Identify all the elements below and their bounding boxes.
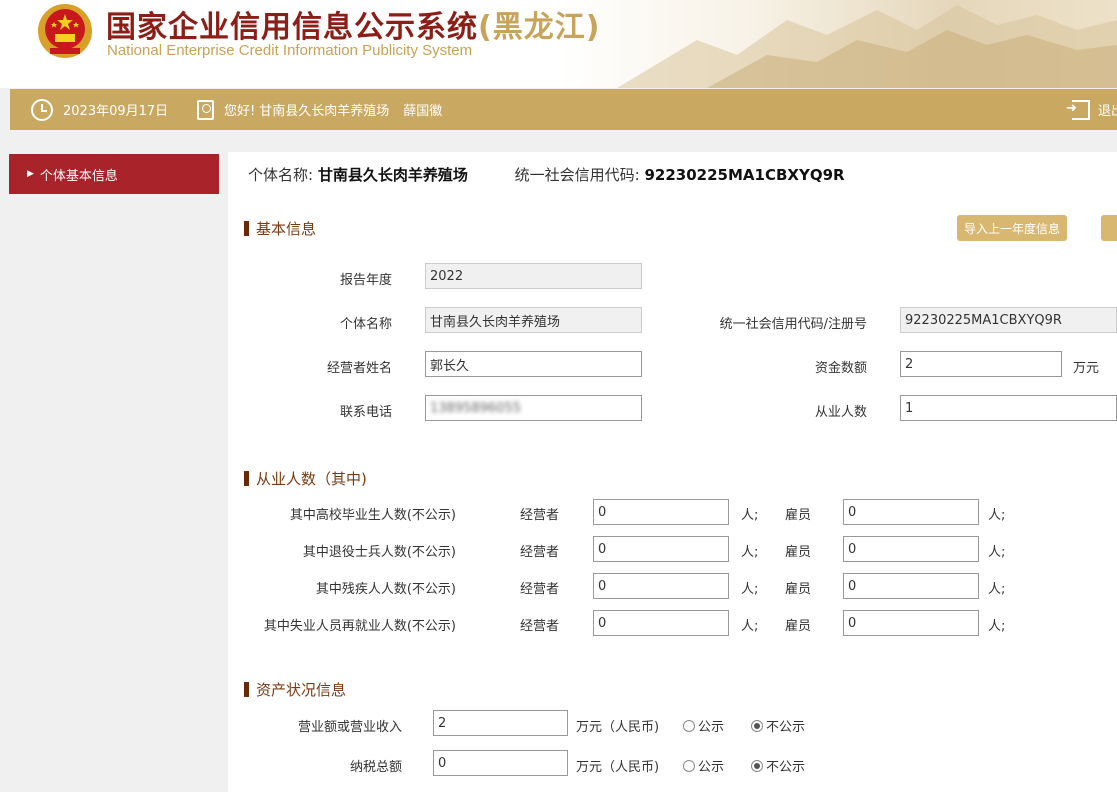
asset-row-label: 营业额或营业收入 <box>297 720 402 735</box>
staff-operator-label: 经营者 <box>520 545 560 560</box>
main-panel: 个体名称: 甘南县久长肉羊养殖场 统一社会信用代码: 92230225MA1CB… <box>228 152 1117 792</box>
staff-row-label: 其中失业人员再就业人数(不公示) <box>263 619 456 634</box>
radio-private[interactable]: 不公示 <box>751 716 805 735</box>
secondary-action-button[interactable] <box>1101 215 1117 241</box>
radio-public[interactable]: 公示 <box>683 716 724 735</box>
site-title-cn: 国家企业信用信息公示系统 <box>106 10 478 45</box>
radio-off-icon <box>683 759 695 772</box>
staff-operator-input[interactable]: 0 <box>593 536 729 562</box>
staff-operator-input[interactable]: 0 <box>593 499 729 525</box>
staff-unit: 人; <box>988 508 1006 523</box>
staff-operator-input[interactable]: 0 <box>593 573 729 599</box>
staff-operator-label: 经营者 <box>520 619 560 634</box>
asset-value-input[interactable]: 2 <box>433 710 568 736</box>
staff-employee-label: 雇员 <box>785 545 812 560</box>
staff-unit: 人; <box>988 582 1006 597</box>
staff-unit: 人; <box>741 545 759 560</box>
staff-employee-label: 雇员 <box>785 619 812 634</box>
user-name-text: 薛国徽 <box>403 104 443 119</box>
staff-employee-input[interactable]: 0 <box>843 573 979 599</box>
date-text: 2023年09月17日 <box>63 104 169 119</box>
credit-code: 92230225MA1CBXYQ9R <box>644 166 845 184</box>
staff-employee-label: 雇员 <box>785 582 812 597</box>
radio-off-icon <box>683 719 695 732</box>
header-mountain-background <box>557 0 1117 88</box>
staff-row-label: 其中高校毕业生人数(不公示) <box>289 508 456 523</box>
greeting-text: 您好! <box>224 104 256 119</box>
year-field[interactable]: 2022 <box>425 263 642 289</box>
triangle-right-icon: ▶ <box>27 169 34 179</box>
logout-button[interactable]: 退出 <box>1066 89 1117 130</box>
staff-row-label: 其中退役士兵人数(不公示) <box>302 545 456 560</box>
staff-unit: 人; <box>741 582 759 597</box>
import-last-year-button[interactable]: 导入上一年度信息 <box>957 215 1067 241</box>
user-greeting: 您好! 甘南县久长肉羊养殖场 薛国徽 <box>197 89 442 130</box>
staff-operator-label: 经营者 <box>520 582 560 597</box>
radio-label: 不公示 <box>766 720 806 735</box>
employees-label: 从业人数 <box>814 405 867 420</box>
section-assets: 资产状况信息 <box>244 679 346 700</box>
logout-icon <box>1066 99 1090 120</box>
asset-unit: 万元（人民币) <box>576 720 660 735</box>
code-field[interactable]: 92230225MA1CBXYQ9R <box>900 307 1117 333</box>
company-text: 甘南县久长肉羊养殖场 <box>259 104 390 119</box>
capital-unit: 万元 <box>1073 361 1100 376</box>
staff-employee-input[interactable]: 0 <box>843 610 979 636</box>
staff-row-label: 其中残疾人人数(不公示) <box>315 582 456 597</box>
radio-on-icon <box>751 759 763 772</box>
sidebar-item-basic-info[interactable]: ▶ 个体基本信息 <box>9 154 219 194</box>
staff-employee-label: 雇员 <box>785 508 812 523</box>
phone-value-blurred: 13895896055 <box>430 400 521 416</box>
staff-employee-input[interactable]: 0 <box>843 499 979 525</box>
entity-name: 甘南县久长肉羊养殖场 <box>317 166 468 184</box>
sidebar-item-label: 个体基本信息 <box>39 168 118 184</box>
staff-unit: 人; <box>741 619 759 634</box>
radio-on-icon <box>751 719 763 732</box>
entity-header: 个体名称: 甘南县久长肉羊养殖场 统一社会信用代码: 92230225MA1CB… <box>248 164 845 185</box>
radio-label: 公示 <box>698 720 725 735</box>
clock-icon <box>31 98 53 121</box>
asset-unit: 万元（人民币) <box>576 760 660 775</box>
staff-operator-input[interactable]: 0 <box>593 610 729 636</box>
radio-label: 不公示 <box>766 760 806 775</box>
site-title-province: (黑龙江) <box>478 10 601 45</box>
staff-unit: 人; <box>741 508 759 523</box>
section-staff: 从业人数（其中) <box>244 468 367 489</box>
site-title-en: National Enterprise Credit Information P… <box>107 42 473 59</box>
national-emblem-icon <box>36 2 94 60</box>
date-display: 2023年09月17日 <box>31 89 168 130</box>
staff-unit: 人; <box>988 619 1006 634</box>
phone-label: 联系电话 <box>339 405 392 420</box>
radio-public[interactable]: 公示 <box>683 756 724 775</box>
radio-label: 公示 <box>698 760 725 775</box>
user-card-icon <box>197 99 214 120</box>
phone-input[interactable]: 13895896055 <box>425 395 642 421</box>
operator-name-input[interactable]: 郭长久 <box>425 351 642 377</box>
logout-label: 退出 <box>1098 104 1117 119</box>
radio-private[interactable]: 不公示 <box>751 756 805 775</box>
asset-row-label: 纳税总额 <box>349 760 402 775</box>
site-header: 国家企业信用信息公示系统(黑龙江) National Enterprise Cr… <box>0 0 1117 88</box>
capital-input[interactable]: 2 <box>900 351 1062 377</box>
site-title: 国家企业信用信息公示系统(黑龙江) <box>106 2 600 46</box>
entity-name-label: 个体名称: <box>248 166 314 184</box>
section-basic-info: 基本信息 <box>244 218 316 239</box>
operator-label: 经营者姓名 <box>326 361 392 376</box>
asset-value-input[interactable]: 0 <box>433 750 568 776</box>
credit-code-label: 统一社会信用代码: <box>514 166 640 184</box>
name-label: 个体名称 <box>339 317 392 332</box>
top-bar: 2023年09月17日 您好! 甘南县久长肉羊养殖场 薛国徽 退出 <box>10 89 1117 130</box>
code-label: 统一社会信用代码/注册号 <box>719 317 867 332</box>
capital-label: 资金数额 <box>814 361 867 376</box>
employees-input[interactable]: 1 <box>900 395 1117 421</box>
year-label: 报告年度 <box>339 273 392 288</box>
staff-employee-input[interactable]: 0 <box>843 536 979 562</box>
staff-unit: 人; <box>988 545 1006 560</box>
staff-operator-label: 经营者 <box>520 508 560 523</box>
name-field[interactable]: 甘南县久长肉羊养殖场 <box>425 307 642 333</box>
